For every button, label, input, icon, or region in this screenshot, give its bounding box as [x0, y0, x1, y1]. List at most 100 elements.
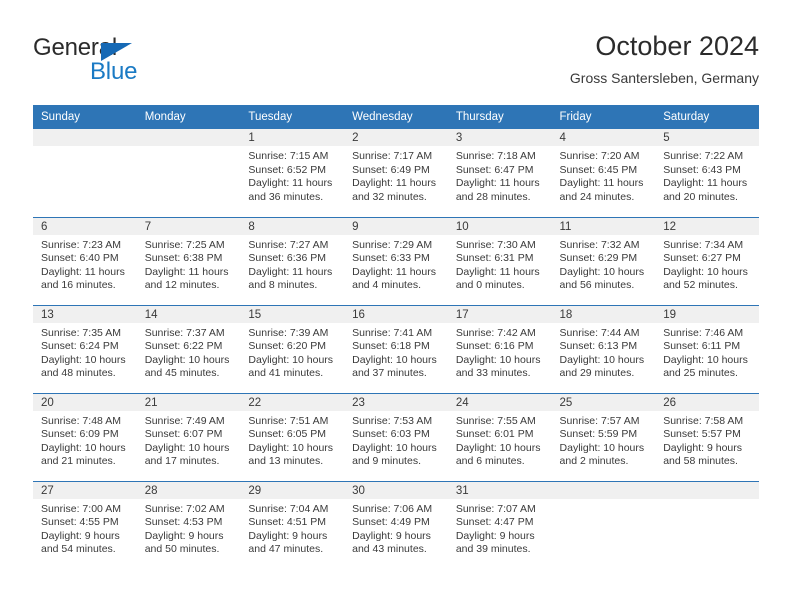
- sunrise-text: Sunrise: 7:42 AM: [455, 326, 536, 339]
- day-details: Sunrise: 7:55 AM Sunset: 6:01 PM Daylight:…: [448, 411, 552, 469]
- day-details: Sunrise: 7:07 AM Sunset: 4:47 PM Daylight:…: [448, 499, 552, 557]
- sunset-text: Sunset: 5:57 PM: [663, 428, 741, 441]
- calendar-day-cell[interactable]: 10 Sunrise: 7:30 AM Sunset: 6:31 PM Dayligh…: [447, 216, 552, 305]
- day-number: 24: [447, 393, 552, 411]
- sunset-text: Sunset: 6:11 PM: [663, 340, 741, 353]
- daylight-text-line1: Daylight: 11 hours: [248, 265, 333, 278]
- sunset-text: Sunset: 6:18 PM: [352, 340, 430, 353]
- daylight-text-line2: and 24 minutes.: [559, 190, 635, 203]
- sunrise-text: Sunrise: 7:46 AM: [663, 326, 744, 339]
- daylight-text-line1: Daylight: 11 hours: [248, 177, 333, 190]
- day-details: Sunrise: 7:04 AM Sunset: 4:51 PM Daylight:…: [240, 499, 344, 557]
- daylight-text-line2: and 36 minutes.: [248, 190, 324, 203]
- day-number: 7: [136, 217, 241, 235]
- day-number: 2: [344, 129, 448, 146]
- daylight-text-line2: and 45 minutes.: [144, 367, 220, 380]
- sunrise-text: Sunrise: 7:34 AM: [663, 238, 744, 251]
- day-details: Sunrise: 7:39 AM Sunset: 6:20 PM Daylight:…: [240, 323, 344, 381]
- calendar-day-cell[interactable]: 19 Sunrise: 7:46 AM Sunset: 6:11 PM Dayligh…: [655, 304, 759, 393]
- calendar-day-cell[interactable]: 15 Sunrise: 7:39 AM Sunset: 6:20 PM Dayligh…: [240, 304, 345, 393]
- calendar-day-cell[interactable]: 3 Sunrise: 7:18 AM Sunset: 6:47 PM Daylight…: [447, 129, 552, 217]
- calendar-day-cell[interactable]: 17 Sunrise: 7:42 AM Sunset: 6:16 PM Dayligh…: [447, 304, 552, 393]
- calendar-day-cell[interactable]: 13 Sunrise: 7:35 AM Sunset: 6:24 PM Dayligh…: [33, 304, 137, 393]
- calendar-day-cell[interactable]: 6 Sunrise: 7:23 AM Sunset: 6:40 PM Daylight…: [33, 216, 137, 305]
- day-number: 14: [136, 305, 241, 323]
- calendar-day-cell[interactable]: 30 Sunrise: 7:06 AM Sunset: 4:49 PM Dayligh…: [344, 480, 448, 569]
- calendar-day-cell[interactable]: 27 Sunrise: 7:00 AM Sunset: 4:55 PM Dayligh…: [33, 480, 137, 569]
- day-cell-inner: 12 Sunrise: 7:34 AM Sunset: 6:27 PM Dayligh…: [655, 217, 759, 305]
- calendar-day-cell[interactable]: 5 Sunrise: 7:22 AM Sunset: 6:43 PM Daylight…: [655, 129, 759, 217]
- day-cell-inner: 1 Sunrise: 7:15 AM Sunset: 6:52 PM Daylight…: [240, 129, 345, 217]
- day-details: Sunrise: 7:18 AM Sunset: 6:47 PM Daylight:…: [448, 146, 552, 204]
- sunset-text: Sunset: 6:01 PM: [455, 428, 534, 441]
- calendar-day-cell[interactable]: 26 Sunrise: 7:58 AM Sunset: 5:57 PM Dayligh…: [655, 392, 759, 481]
- sunrise-text: Sunrise: 7:41 AM: [352, 326, 433, 339]
- calendar-day-cell[interactable]: 20 Sunrise: 7:48 AM Sunset: 6:09 PM Dayligh…: [33, 392, 137, 481]
- day-cell-inner: [136, 129, 241, 217]
- day-number: 29: [240, 481, 345, 499]
- sunset-text: Sunset: 6:33 PM: [352, 252, 430, 265]
- calendar-day-cell[interactable]: 9 Sunrise: 7:29 AM Sunset: 6:33 PM Daylight…: [344, 216, 448, 305]
- calendar-day-cell[interactable]: 31 Sunrise: 7:07 AM Sunset: 4:47 PM Dayligh…: [447, 480, 552, 569]
- day-cell-inner: 7 Sunrise: 7:25 AM Sunset: 6:38 PM Daylight…: [136, 217, 241, 305]
- daylight-text-line2: and 13 minutes.: [248, 455, 324, 468]
- calendar-day-cell[interactable]: 11 Sunrise: 7:32 AM Sunset: 6:29 PM Dayligh…: [551, 216, 656, 305]
- calendar-table: Sunday Monday Tuesday Wednesday Thursday…: [33, 105, 759, 569]
- calendar-day-cell[interactable]: 14 Sunrise: 7:37 AM Sunset: 6:22 PM Dayligh…: [136, 304, 241, 393]
- sunrise-text: Sunrise: 7:29 AM: [352, 238, 433, 251]
- sunset-text: Sunset: 6:09 PM: [41, 428, 119, 441]
- sunset-text: Sunset: 6:05 PM: [248, 428, 327, 441]
- day-cell-inner: 25 Sunrise: 7:57 AM Sunset: 5:59 PM Dayligh…: [551, 393, 656, 481]
- day-number: [33, 129, 137, 146]
- daylight-text-line1: Daylight: 10 hours: [144, 441, 230, 454]
- day-cell-inner: 10 Sunrise: 7:30 AM Sunset: 6:31 PM Dayligh…: [447, 217, 552, 305]
- day-cell-inner: 16 Sunrise: 7:41 AM Sunset: 6:18 PM Dayligh…: [344, 305, 448, 393]
- daylight-text-line1: Daylight: 10 hours: [455, 441, 541, 454]
- calendar-day-cell[interactable]: 1 Sunrise: 7:15 AM Sunset: 6:52 PM Daylight…: [240, 129, 345, 217]
- calendar-day-cell[interactable]: 29 Sunrise: 7:04 AM Sunset: 4:51 PM Dayligh…: [240, 480, 345, 569]
- day-cell-inner: 9 Sunrise: 7:29 AM Sunset: 6:33 PM Daylight…: [344, 217, 448, 305]
- general-blue-logo[interactable]: General Blue: [33, 34, 213, 94]
- sunset-text: Sunset: 4:55 PM: [41, 516, 119, 529]
- calendar-day-cell-empty: [655, 480, 759, 569]
- sunset-text: Sunset: 6:36 PM: [248, 252, 327, 265]
- daylight-text-line2: and 4 minutes.: [352, 279, 421, 292]
- day-number: 30: [344, 481, 448, 499]
- calendar-day-cell[interactable]: 21 Sunrise: 7:49 AM Sunset: 6:07 PM Dayligh…: [136, 392, 241, 481]
- day-details: Sunrise: 7:44 AM Sunset: 6:13 PM Daylight:…: [552, 323, 656, 381]
- calendar-day-cell[interactable]: 4 Sunrise: 7:20 AM Sunset: 6:45 PM Daylight…: [551, 129, 656, 217]
- day-number: 31: [447, 481, 552, 499]
- sunset-text: Sunset: 6:49 PM: [352, 163, 430, 176]
- calendar-day-cell[interactable]: 25 Sunrise: 7:57 AM Sunset: 5:59 PM Dayligh…: [551, 392, 656, 481]
- weekday-header-tuesday: Tuesday: [240, 105, 345, 129]
- weekday-header-friday: Friday: [551, 105, 656, 129]
- calendar-day-cell-empty: [136, 129, 241, 217]
- sunrise-text: Sunrise: 7:49 AM: [144, 414, 225, 427]
- calendar-day-cell[interactable]: 16 Sunrise: 7:41 AM Sunset: 6:18 PM Dayligh…: [344, 304, 448, 393]
- calendar-day-cell[interactable]: 24 Sunrise: 7:55 AM Sunset: 6:01 PM Dayligh…: [447, 392, 552, 481]
- calendar-day-cell[interactable]: 2 Sunrise: 7:17 AM Sunset: 6:49 PM Daylight…: [344, 129, 448, 217]
- calendar-day-cell[interactable]: 18 Sunrise: 7:44 AM Sunset: 6:13 PM Dayligh…: [551, 304, 656, 393]
- daylight-text-line2: and 9 minutes.: [352, 455, 421, 468]
- weekday-header-sunday: Sunday: [33, 105, 137, 129]
- calendar-day-cell[interactable]: 8 Sunrise: 7:27 AM Sunset: 6:36 PM Daylight…: [240, 216, 345, 305]
- sunset-text: Sunset: 6:47 PM: [455, 163, 534, 176]
- calendar-day-cell[interactable]: 28 Sunrise: 7:02 AM Sunset: 4:53 PM Dayligh…: [136, 480, 241, 569]
- daylight-text-line2: and 41 minutes.: [248, 367, 324, 380]
- sunset-text: Sunset: 6:24 PM: [41, 340, 119, 353]
- day-number: 22: [240, 393, 345, 411]
- day-details: Sunrise: 7:41 AM Sunset: 6:18 PM Daylight:…: [344, 323, 448, 381]
- daylight-text-line2: and 54 minutes.: [41, 543, 116, 556]
- calendar-day-cell[interactable]: 22 Sunrise: 7:51 AM Sunset: 6:05 PM Dayligh…: [240, 392, 345, 481]
- sunset-text: Sunset: 6:38 PM: [144, 252, 223, 265]
- sunset-text: Sunset: 4:47 PM: [455, 516, 534, 529]
- sunrise-text: Sunrise: 7:55 AM: [455, 414, 536, 427]
- daylight-text-line1: Daylight: 10 hours: [248, 441, 334, 454]
- day-number: 15: [240, 305, 345, 323]
- calendar-day-cell[interactable]: 12 Sunrise: 7:34 AM Sunset: 6:27 PM Dayligh…: [655, 216, 759, 305]
- sunrise-text: Sunrise: 7:58 AM: [663, 414, 744, 427]
- sunset-text: Sunset: 6:31 PM: [455, 252, 534, 265]
- sunset-text: Sunset: 6:07 PM: [144, 428, 223, 441]
- calendar-day-cell[interactable]: 7 Sunrise: 7:25 AM Sunset: 6:38 PM Daylight…: [136, 216, 241, 305]
- calendar-day-cell[interactable]: 23 Sunrise: 7:53 AM Sunset: 6:03 PM Dayligh…: [344, 392, 448, 481]
